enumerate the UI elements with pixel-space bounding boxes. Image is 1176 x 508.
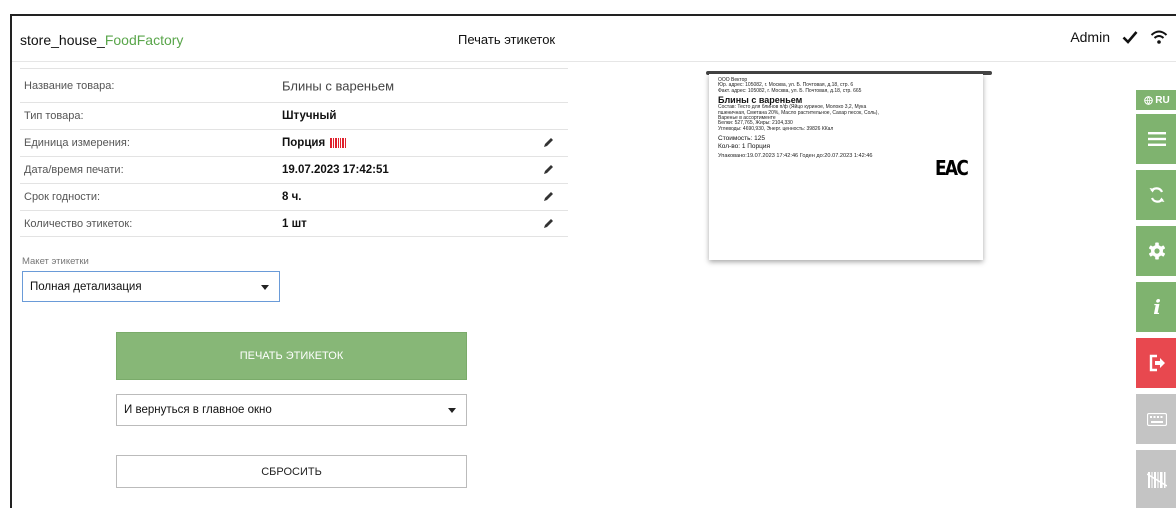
field-row-unit: Единица измерения: Порция xyxy=(20,129,568,156)
keyboard-button[interactable] xyxy=(1136,394,1176,444)
edit-pencil-icon[interactable] xyxy=(542,218,554,230)
edit-pencil-icon[interactable] xyxy=(542,137,554,149)
eac-mark: ЕАС xyxy=(935,156,969,180)
info-button[interactable]: i xyxy=(1136,282,1176,332)
field-value-wrap: Порция xyxy=(282,137,347,149)
edit-pencil-icon[interactable] xyxy=(542,191,554,203)
sync-icon xyxy=(1149,187,1165,203)
app-title: store_house_FoodFactory xyxy=(20,32,183,48)
preview-quantity: Кол-во: 1 Порция xyxy=(718,143,771,151)
preview-actual-address: Факт. адрес: 105082, г. Москва, ул. Б. П… xyxy=(718,87,862,94)
user-name[interactable]: Admin xyxy=(1070,29,1110,45)
edit-pencil-icon[interactable] xyxy=(542,164,554,176)
barcode-icon xyxy=(330,138,347,148)
wifi-icon xyxy=(1150,30,1168,44)
chevron-down-icon xyxy=(261,284,269,290)
menu-button[interactable] xyxy=(1136,114,1176,164)
field-value: Блины с вареньем xyxy=(282,78,395,93)
field-value: Порция xyxy=(282,137,326,149)
logout-icon xyxy=(1149,354,1165,372)
field-label: Название товара: xyxy=(24,79,115,92)
language-button[interactable]: RU xyxy=(1136,90,1176,110)
page-title: Печать этикеток xyxy=(458,32,556,47)
field-value: 8 ч. xyxy=(282,191,302,203)
header: store_house_FoodFactory Печать этикеток … xyxy=(12,16,1176,62)
select-value: Полная детализация xyxy=(30,280,142,293)
checkmark-icon xyxy=(1122,31,1138,44)
scanner-button[interactable] xyxy=(1136,450,1176,508)
field-value: Штучный xyxy=(282,110,337,122)
app-title-prefix: store_house_ xyxy=(20,32,105,48)
app-title-brand: FoodFactory xyxy=(104,32,184,48)
select-value: И вернуться в главное окно xyxy=(124,404,272,416)
field-row-type: Тип товара: Штучный xyxy=(20,102,568,129)
print-labels-button[interactable]: ПЕЧАТЬ ЭТИКЕТОК xyxy=(116,332,467,380)
product-fields: Название товара: Блины с вареньем Тип то… xyxy=(20,68,568,237)
chevron-down-icon xyxy=(448,408,456,413)
field-value: 19.07.2023 17:42:51 xyxy=(282,164,389,176)
field-row-label-count: Количество этикеток: 1 шт xyxy=(20,210,568,237)
field-label: Тип товара: xyxy=(24,110,84,122)
label-layout-select[interactable]: Полная детализация xyxy=(22,271,280,302)
keyboard-icon xyxy=(1147,412,1167,426)
app-window: store_house_FoodFactory Печать этикеток … xyxy=(10,14,1176,508)
field-row-name: Название товара: Блины с вареньем xyxy=(20,68,568,102)
field-label: Единица измерения: xyxy=(24,137,130,149)
reset-button[interactable]: СБРОСИТЬ xyxy=(116,455,467,488)
field-value: 1 шт xyxy=(282,217,307,230)
menu-icon xyxy=(1148,132,1166,146)
label-preview: ООО Вектор Юр. адрес: 105082, г. Москва,… xyxy=(709,74,983,260)
gear-icon xyxy=(1149,242,1165,260)
after-print-select[interactable]: И вернуться в главное окно xyxy=(116,394,467,426)
settings-button[interactable] xyxy=(1136,226,1176,276)
sync-button[interactable] xyxy=(1136,170,1176,220)
info-icon: i xyxy=(1153,295,1161,319)
globe-icon xyxy=(1144,95,1154,105)
field-label: Дата/время печати: xyxy=(24,164,124,176)
field-row-shelf-life: Срок годности: 8 ч. xyxy=(20,183,568,210)
user-area: Admin xyxy=(1070,29,1168,45)
field-label: Срок годности: xyxy=(24,191,101,203)
logout-button[interactable] xyxy=(1136,338,1176,388)
language-label: RU xyxy=(1155,94,1170,106)
field-row-print-datetime: Дата/время печати: 19.07.2023 17:42:51 xyxy=(20,156,568,183)
layout-label: Макет этикетки xyxy=(22,256,89,267)
field-label: Количество этикеток: xyxy=(24,217,133,230)
preview-cost: Стоимость: 125 xyxy=(718,135,765,143)
barcode-scan-icon xyxy=(1147,472,1167,488)
